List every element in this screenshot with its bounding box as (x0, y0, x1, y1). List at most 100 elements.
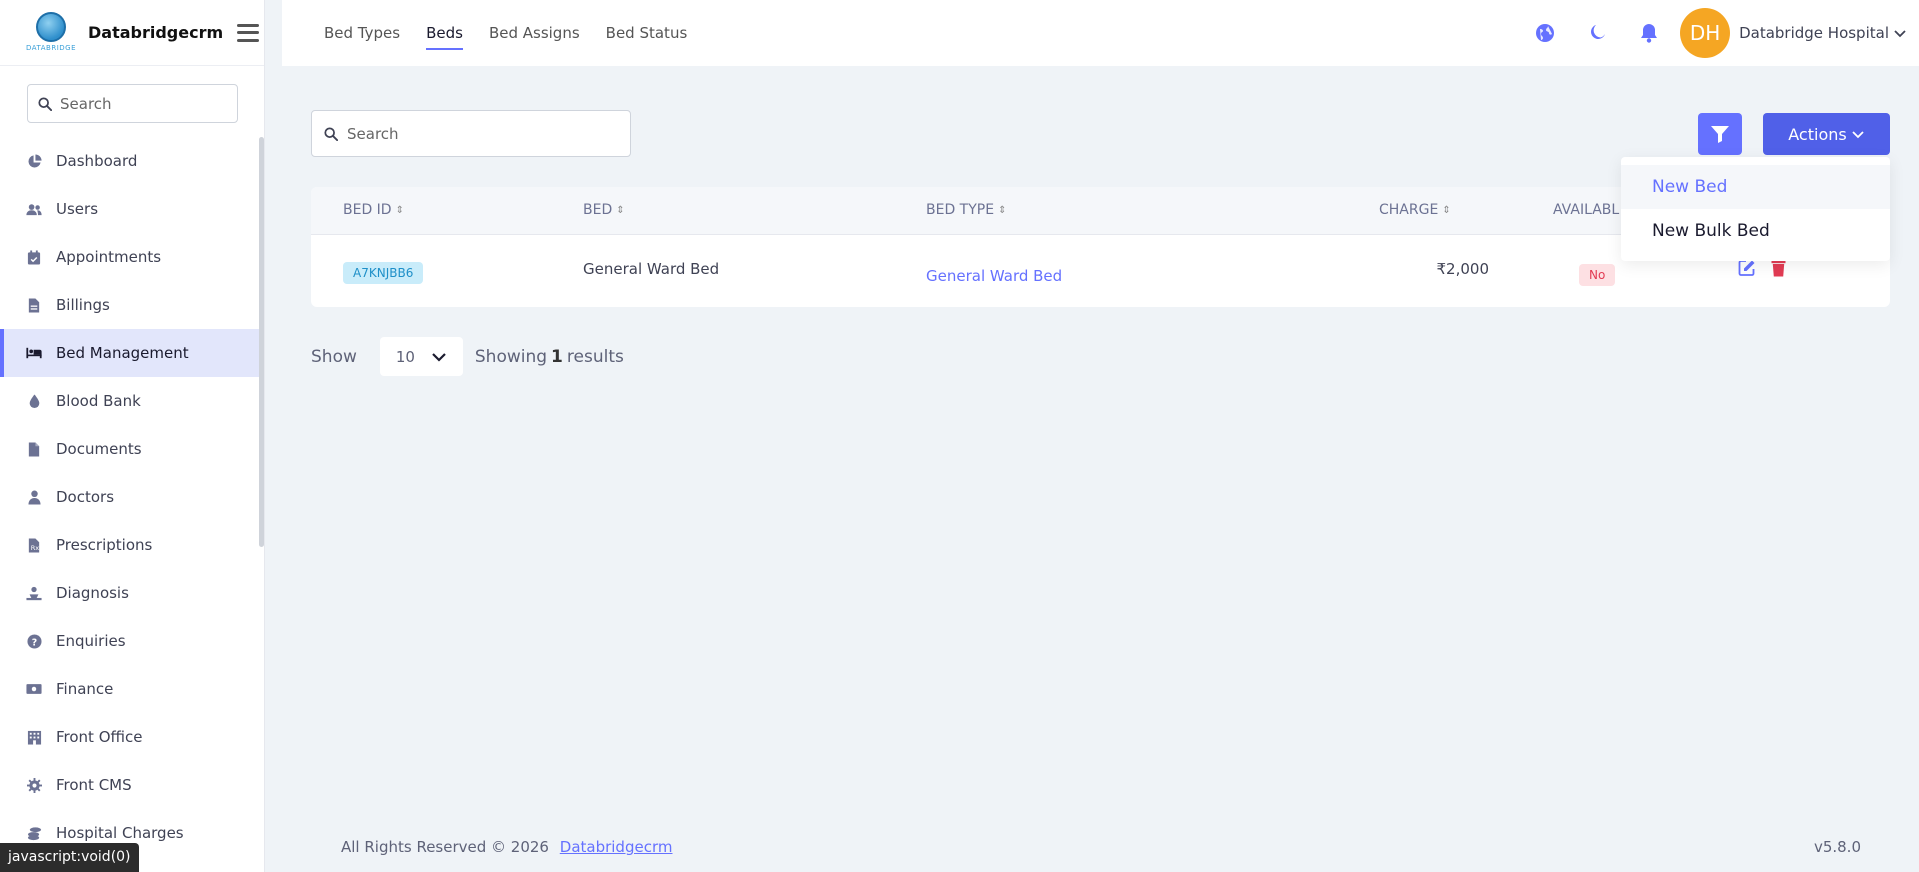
column-label: AVAILABL (1553, 202, 1620, 218)
sidebar-item-label: Front Office (56, 728, 143, 746)
sidebar-item-label: Prescriptions (56, 536, 153, 554)
sidebar-item-label: Users (56, 200, 99, 218)
topbar-actions: DH Databridge Hospital (1532, 0, 1907, 66)
table-search (311, 110, 631, 157)
sidebar-item-label: Dashboard (56, 152, 138, 170)
sidebar-item-blood-bank[interactable]: Blood Bank (0, 377, 264, 425)
table-search-input[interactable] (347, 124, 607, 143)
pagination-bar: Show 10 Showing 1 results (311, 337, 624, 376)
footer: All Rights Reserved © 2026 Databridgecrm (341, 838, 672, 856)
column-label: CHARGE (1379, 202, 1439, 218)
sidebar-item-billings[interactable]: Billings (0, 281, 264, 329)
column-label: BED ID (343, 202, 392, 218)
coins-icon (26, 825, 42, 841)
gear-icon (26, 777, 42, 793)
sidebar-item-diagnosis[interactable]: Diagnosis (0, 569, 264, 617)
money-icon (26, 681, 42, 697)
bed-type-link[interactable]: General Ward Bed (926, 267, 1062, 285)
moon-icon[interactable] (1584, 20, 1610, 46)
bed-name-cell: General Ward Bed (583, 260, 720, 278)
topbar: Bed Types Beds Bed Assigns Bed Status DH… (282, 0, 1919, 66)
actions-dropdown: New Bed New Bulk Bed (1621, 157, 1890, 261)
sidebar-item-label: Hospital Charges (56, 824, 184, 842)
available-cell: No (1579, 264, 1616, 286)
blood-drop-icon (26, 393, 42, 409)
sidebar-item-enquiries[interactable]: ? Enquiries (0, 617, 264, 665)
calendar-check-icon (26, 249, 42, 265)
sort-icon: ⇕ (395, 204, 404, 216)
sidebar-search-input[interactable] (60, 94, 220, 113)
filter-button[interactable] (1698, 113, 1742, 155)
column-label: BED (583, 202, 613, 218)
row-actions (1738, 259, 1786, 277)
column-header-bed[interactable]: BED ⇕ (583, 202, 625, 218)
edit-icon[interactable] (1738, 259, 1756, 277)
users-icon (26, 201, 42, 217)
bed-icon (26, 345, 42, 361)
sidebar: DATABRIDGE Databridgecrm Dashboard Users… (0, 0, 265, 872)
tab-bed-types[interactable]: Bed Types (324, 16, 400, 50)
search-icon (38, 96, 52, 111)
building-icon (26, 729, 42, 745)
sidebar-item-documents[interactable]: Documents (0, 425, 264, 473)
sidebar-scrollbar[interactable] (259, 137, 264, 547)
new-bulk-bed-menu-item[interactable]: New Bulk Bed (1621, 209, 1890, 253)
sidebar-item-label: Diagnosis (56, 584, 129, 602)
globe-logo-icon (36, 11, 66, 42)
chevron-down-icon (1894, 30, 1906, 38)
logo-tagline: DATABRIDGE (26, 43, 77, 52)
diagnosis-icon (26, 585, 42, 601)
doctor-icon (26, 489, 42, 505)
column-header-charge[interactable]: CHARGE ⇕ (1379, 202, 1451, 218)
charge-cell: ₹2,000 (1436, 260, 1490, 278)
sidebar-item-label: Enquiries (56, 632, 126, 650)
sort-icon: ⇕ (616, 204, 625, 216)
brand-name: Databridgecrm (88, 23, 224, 42)
footer-link[interactable]: Databridgecrm (560, 838, 673, 856)
show-label: Show (311, 346, 357, 367)
tab-bed-assigns[interactable]: Bed Assigns (489, 16, 580, 50)
avatar[interactable]: DH (1680, 8, 1731, 58)
sidebar-item-front-office[interactable]: Front Office (0, 713, 264, 761)
tab-beds[interactable]: Beds (426, 16, 463, 50)
delete-icon[interactable] (1771, 259, 1786, 277)
sidebar-item-prescriptions[interactable]: Rx Prescriptions (0, 521, 264, 569)
column-header-bed-id[interactable]: BED ID ⇕ (343, 202, 404, 218)
availability-badge: No (1579, 264, 1616, 286)
sidebar-item-label: Appointments (56, 248, 162, 266)
sidebar-item-doctors[interactable]: Doctors (0, 473, 264, 521)
user-menu[interactable]: Databridge Hospital (1739, 24, 1907, 42)
sidebar-item-dashboard[interactable]: Dashboard (0, 137, 264, 185)
copyright-text: All Rights Reserved © 2026 (341, 838, 549, 856)
sidebar-item-users[interactable]: Users (0, 185, 264, 233)
column-header-bed-type[interactable]: BED TYPE ⇕ (926, 202, 1006, 218)
brand-logo[interactable]: DATABRIDGE (26, 10, 76, 56)
sidebar-item-finance[interactable]: Finance (0, 665, 264, 713)
pie-chart-icon (26, 153, 42, 169)
actions-label: Actions (1788, 124, 1847, 144)
results-suffix: results (566, 346, 624, 367)
bed-id-badge[interactable]: A7KNJBB6 (343, 262, 424, 284)
bell-icon[interactable] (1636, 20, 1662, 46)
sidebar-item-label: Finance (56, 680, 114, 698)
svg-text:Rx: Rx (31, 544, 40, 552)
tab-bed-status[interactable]: Bed Status (606, 16, 688, 50)
svg-text:?: ? (31, 637, 36, 648)
sidebar-item-bed-management[interactable]: Bed Management (0, 329, 264, 377)
result-count: 1 (551, 346, 563, 367)
sort-icon: ⇕ (1442, 204, 1451, 216)
per-page-value: 10 (395, 347, 415, 366)
hamburger-menu-icon[interactable] (237, 23, 260, 42)
globe-icon[interactable] (1532, 20, 1558, 46)
sidebar-item-label: Front CMS (56, 776, 132, 794)
actions-button[interactable]: Actions (1763, 113, 1890, 155)
sidebar-item-label: Documents (56, 440, 142, 458)
sidebar-menu: Dashboard Users Appointments Billings Be… (0, 137, 264, 857)
new-bed-menu-item[interactable]: New Bed (1621, 165, 1890, 209)
column-header-available[interactable]: AVAILABL (1553, 202, 1619, 218)
per-page-select[interactable]: 10 (379, 337, 463, 376)
sidebar-item-front-cms[interactable]: Front CMS (0, 761, 264, 809)
tab-list: Bed Types Beds Bed Assigns Bed Status (324, 16, 713, 50)
version-label: v5.8.0 (1813, 838, 1861, 856)
sidebar-item-appointments[interactable]: Appointments (0, 233, 264, 281)
